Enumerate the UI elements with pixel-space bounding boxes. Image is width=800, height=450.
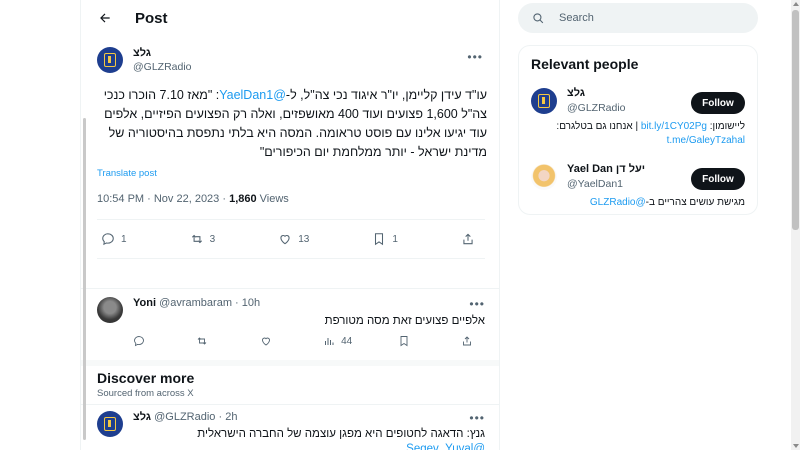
scroll-up-arrow-icon[interactable] (793, 2, 799, 6)
discover-tweet-text: גנץ: הדאגה לחטופים היא מפגן עוצמה של החב… (133, 427, 485, 450)
tweet-meta: 10:54 PM · Nov 22, 2023 · 1,860 Views (97, 193, 289, 205)
mention-link[interactable]: @YaelDan1 (219, 88, 286, 102)
tweet-text: עו"ד עידן קליימן, יו"ר איגוד נכי צה"ל, ל… (103, 88, 487, 159)
back-arrow-icon[interactable] (97, 10, 113, 26)
scroll-down-arrow-icon[interactable] (793, 444, 799, 448)
person-name[interactable]: גלצ (567, 86, 626, 101)
bio-link[interactable]: t.me/GaleyTzahal (667, 135, 745, 146)
person-handle[interactable]: @YaelDan1 (567, 177, 645, 192)
main-scrollbar[interactable] (83, 118, 86, 440)
bookmark-icon (400, 336, 408, 347)
main-tweet: גלצ @GLZRadio ••• עו"ד עידן קליימן, יו"ר… (81, 36, 499, 259)
discover-title: Discover more (97, 370, 195, 386)
search-icon (533, 12, 544, 23)
yaeldan-avatar[interactable] (531, 164, 557, 190)
bio-link[interactable]: bit.ly/1CY02Pg (641, 121, 707, 132)
glz-avatar[interactable] (97, 47, 123, 73)
discover-author-handle[interactable]: @GLZRadio (154, 411, 215, 423)
reply-author-handle[interactable]: @avrambaram (159, 297, 232, 309)
reply-like-button[interactable] (260, 335, 278, 347)
heart-icon (280, 235, 290, 245)
more-options-icon[interactable]: ••• (467, 50, 483, 64)
reply-bookmark-button[interactable] (398, 335, 416, 347)
reply-tweet[interactable]: Yoni @avrambaram · 10h אלפיים פצועים זאת… (81, 288, 499, 354)
person-yaeldan[interactable]: Yael Dan יעל דן @YaelDan1 Follow מגישת ע… (531, 162, 745, 210)
bookmark-button[interactable]: 1 (372, 232, 398, 246)
window-scrollbar[interactable] (791, 0, 800, 450)
reply-share-button[interactable] (461, 335, 479, 347)
author-name[interactable]: גלצ (133, 46, 192, 60)
author-handle[interactable]: @GLZRadio (133, 60, 192, 74)
reply-views-button[interactable]: 44 (323, 335, 352, 347)
glz-avatar[interactable] (97, 411, 123, 437)
repost-icon (191, 234, 202, 244)
discover-mention-link[interactable]: @Segev_Yuval (133, 442, 485, 450)
relevant-people-panel: Relevant people גלצ @GLZRadio Follow ליי… (518, 45, 758, 215)
discover-subtitle: Sourced from across X (97, 388, 194, 399)
discover-section: Discover more Sourced from across X (81, 360, 499, 403)
reply-text: אלפיים פצועים זאת מסה מטורפת (324, 315, 485, 327)
like-button[interactable]: 13 (278, 232, 309, 246)
heart-icon (261, 337, 270, 346)
post-header: Post (81, 0, 499, 36)
reply-more-options-icon[interactable]: ••• (469, 297, 485, 311)
reply-icon (102, 233, 114, 246)
yoni-avatar[interactable] (97, 297, 123, 323)
share-button[interactable] (461, 232, 481, 246)
reply-author-name[interactable]: Yoni (133, 297, 156, 309)
person-name[interactable]: Yael Dan יעל דן (567, 162, 645, 177)
glz-avatar[interactable] (531, 88, 557, 114)
follow-button[interactable]: Follow (691, 168, 745, 190)
relevant-people-title: Relevant people (531, 56, 639, 72)
reply-repost-button[interactable] (196, 335, 214, 347)
share-icon (463, 233, 473, 245)
tweet-actions: 1 3 13 1 (97, 219, 485, 259)
discover-more-options-icon[interactable]: ••• (469, 411, 485, 425)
share-icon (463, 336, 471, 346)
person-bio: מגישת עושים צהריים ב-@GLZRadio (589, 197, 745, 208)
search-box[interactable] (518, 3, 758, 33)
reply-icon (134, 336, 144, 347)
bookmark-icon (375, 233, 384, 246)
repost-icon (198, 337, 207, 345)
reply-reply-button[interactable] (133, 335, 151, 347)
reply-button[interactable]: 1 (101, 232, 127, 246)
main-column: Post גלצ @GLZRadio ••• עו"ד עידן קליימן,… (80, 0, 500, 450)
right-sidebar: Relevant people גלצ @GLZRadio Follow ליי… (518, 0, 758, 215)
page-title: Post (135, 9, 168, 27)
repost-button[interactable]: 3 (190, 232, 215, 246)
discover-author-name[interactable]: גלצ (133, 411, 151, 423)
translate-post-link[interactable]: Translate post (97, 168, 483, 179)
discover-tweet[interactable]: גלצ @GLZRadio · 2h גנץ: הדאגה לחטופים הי… (81, 404, 499, 450)
person-glz[interactable]: גלצ @GLZRadio Follow ליישומון: bit.ly/1C… (531, 86, 745, 148)
follow-button[interactable]: Follow (691, 92, 745, 114)
bio-link[interactable]: @GLZRadio (590, 197, 646, 208)
search-input[interactable] (559, 12, 739, 24)
left-rail (0, 0, 80, 450)
scrollbar-thumb[interactable] (792, 10, 799, 230)
person-bio: ליישומון: bit.ly/1CY02Pg | אנחנו גם בטלג… (556, 121, 745, 146)
person-handle[interactable]: @GLZRadio (567, 101, 626, 116)
analytics-icon (325, 338, 334, 345)
